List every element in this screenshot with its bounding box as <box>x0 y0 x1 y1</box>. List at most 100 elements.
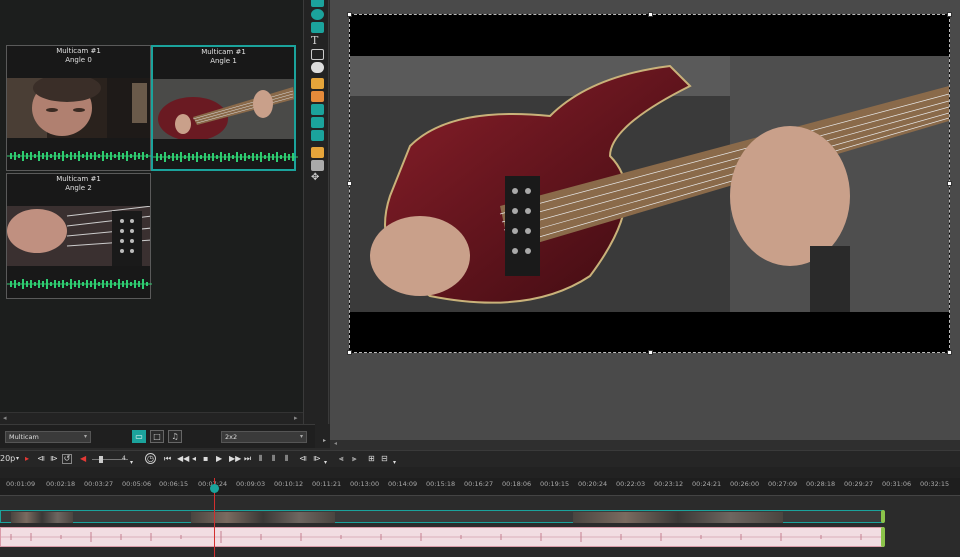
video-clip[interactable] <box>191 512 335 523</box>
record-icon[interactable]: ▸ <box>25 453 29 465</box>
ruler-label: 00:19:15 <box>540 480 570 488</box>
scroll-right-icon[interactable]: ▸ <box>294 414 298 422</box>
rewind-icon[interactable]: ◀◀ <box>177 453 189 465</box>
text-tool-icon[interactable]: T <box>311 35 324 46</box>
loop-icon[interactable]: ↺ <box>62 454 72 464</box>
ripple-icon[interactable]: ⫴ <box>285 453 288 465</box>
shape-tool-icon[interactable] <box>311 9 324 20</box>
multicam-angle-2[interactable]: Multicam #1 Angle 2 <box>6 173 152 299</box>
move-tool-icon[interactable]: ✥ <box>311 173 324 184</box>
ruler-label: 00:06:15 <box>159 480 189 488</box>
volume-icon[interactable]: ◀ <box>80 453 86 465</box>
video-clip[interactable] <box>11 512 73 523</box>
subtitle-tool-icon[interactable] <box>311 49 324 60</box>
effects-tool-icon[interactable] <box>311 22 324 33</box>
scroll-left-icon[interactable]: ◂ <box>334 440 337 447</box>
angle-0-waveform <box>7 151 152 161</box>
step-back-icon[interactable]: ◂ <box>192 453 196 465</box>
ruler-label: 00:15:18 <box>426 480 456 488</box>
chart-tool-icon[interactable] <box>311 78 324 89</box>
multicam-source-select[interactable]: Multicam ▾ <box>5 431 91 443</box>
mark-out-icon[interactable]: ⧐ <box>50 453 58 465</box>
ruler-label: 00:20:24 <box>578 480 608 488</box>
ruler-label: 00:32:15 <box>920 480 950 488</box>
multicam-controls: Multicam ▾ ▭ □ ♫ 2x2 ▾ <box>0 424 315 448</box>
resize-handle-bottom-left[interactable] <box>347 350 352 355</box>
video-clip[interactable] <box>573 512 783 523</box>
fast-forward-icon[interactable]: ▶▶ <box>229 453 241 465</box>
volume-slider-thumb[interactable] <box>99 456 103 463</box>
audio-tool-icon[interactable] <box>311 117 324 128</box>
trim-icon[interactable]: ⫴ <box>272 453 275 465</box>
audio-track[interactable] <box>0 527 884 547</box>
ruler-label: 00:16:27 <box>464 480 494 488</box>
preview-frame[interactable] <box>347 12 952 355</box>
image-tool-icon[interactable] <box>311 104 324 115</box>
ruler-label: 00:28:18 <box>806 480 836 488</box>
ruler-label: 00:29:27 <box>844 480 874 488</box>
resize-handle-right[interactable] <box>947 181 952 186</box>
audio-waveform <box>1 531 883 543</box>
volume-value: 4 <box>122 455 126 462</box>
video-tool-icon[interactable] <box>311 130 324 141</box>
video-track[interactable] <box>0 510 884 523</box>
multicam-angle-0[interactable]: Multicam #1 Angle 0 <box>6 45 152 171</box>
timeline-header-spacer <box>0 467 960 478</box>
go-start-icon[interactable]: ⏮ <box>164 453 171 465</box>
playhead-handle[interactable] <box>210 484 219 493</box>
split-icon[interactable]: ⫴ <box>259 453 262 465</box>
ruler-label: 00:18:06 <box>502 480 532 488</box>
audio-track-end-handle[interactable] <box>881 527 885 547</box>
ruler-label: 00:31:06 <box>882 480 912 488</box>
video-track-end-handle[interactable] <box>881 510 885 523</box>
ungroup-icon[interactable]: ⊟ <box>381 453 388 465</box>
multicam-horizontal-scrollbar[interactable]: ◂ ▸ <box>0 412 303 424</box>
media-tool-icon[interactable] <box>311 0 324 7</box>
next-marker-icon[interactable]: ⧐ <box>313 453 321 465</box>
ruler-label: 00:27:09 <box>768 480 798 488</box>
angle-2-waveform <box>7 279 152 289</box>
motion-tool-icon[interactable] <box>311 91 324 102</box>
preview-scrollbar[interactable]: ◂ <box>330 440 960 450</box>
play-icon[interactable]: ▶ <box>216 453 222 465</box>
mark-in-icon[interactable]: ⧏ <box>37 453 45 465</box>
resize-handle-top-right[interactable] <box>947 12 952 17</box>
resize-handle-top[interactable] <box>648 12 653 17</box>
grid-layout-select[interactable]: 2x2 ▾ <box>221 431 307 443</box>
ruler-label: 00:26:00 <box>730 480 760 488</box>
group-icon[interactable]: ⊞ <box>368 453 375 465</box>
play-small-icon[interactable]: ▸ <box>323 437 326 444</box>
resize-handle-bottom-right[interactable] <box>947 350 952 355</box>
ruler-label: 00:10:12 <box>274 480 304 488</box>
stop-icon[interactable]: ▪ <box>203 453 208 465</box>
snap-left-icon[interactable]: ⫷ <box>339 453 344 465</box>
panel-divider: ▸ <box>315 424 330 448</box>
scroll-left-icon[interactable]: ◂ <box>3 414 7 422</box>
ruler-label: 00:03:27 <box>84 480 114 488</box>
angle-label: Multicam #1 Angle 1 <box>201 48 246 65</box>
resize-handle-left[interactable] <box>347 181 352 186</box>
resize-handle-bottom[interactable] <box>648 350 653 355</box>
monitor-view-button[interactable]: ▭ <box>132 430 146 443</box>
resize-handle-top-left[interactable] <box>347 12 352 17</box>
list-tool-icon[interactable] <box>311 160 324 171</box>
go-end-icon[interactable]: ⏭ <box>244 453 251 465</box>
snap-right-icon[interactable]: ⫸ <box>352 453 357 465</box>
preview-panel <box>330 0 960 440</box>
speech-bubble-icon[interactable] <box>311 62 324 73</box>
equalizer-tool-icon[interactable] <box>311 147 324 158</box>
multicam-angle-1[interactable]: Multicam #1 Angle 1 <box>151 45 298 171</box>
screen-view-button[interactable]: □ <box>150 430 164 443</box>
frame-rate-chevron-icon[interactable]: ▾ <box>16 453 19 465</box>
audio-view-button[interactable]: ♫ <box>168 430 182 443</box>
angle-label: Multicam #1 Angle 2 <box>56 175 101 192</box>
screen-icon: □ <box>153 432 161 441</box>
ruler-label: 00:24:21 <box>692 480 722 488</box>
angle-2-thumbnail <box>7 206 150 266</box>
ruler-label: 00:05:06 <box>122 480 152 488</box>
frame-rate-select[interactable]: 20p <box>0 453 15 465</box>
timeline-ruler[interactable]: 00:01:09 00:02:18 00:03:27 00:05:06 00:0… <box>0 478 960 496</box>
ruler-label: 00:01:09 <box>6 480 36 488</box>
prev-marker-icon[interactable]: ⧏ <box>299 453 307 465</box>
clock-icon[interactable]: ◷ <box>145 453 156 464</box>
